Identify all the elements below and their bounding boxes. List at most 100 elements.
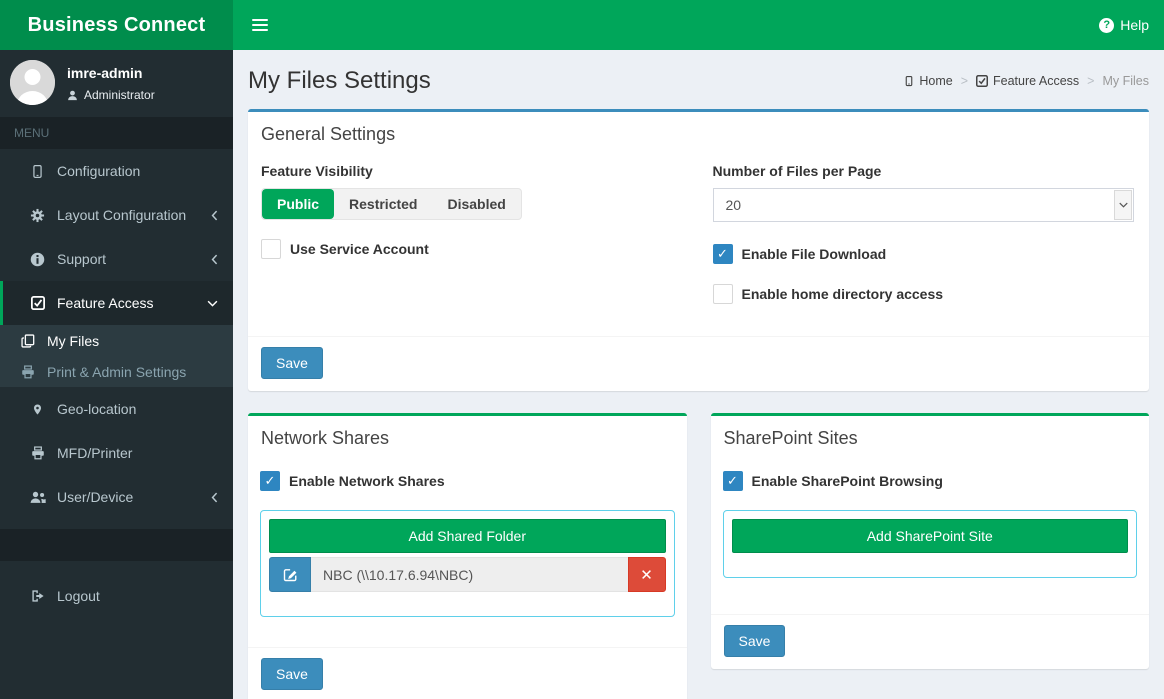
user-name: imre-admin (67, 65, 143, 81)
network-shares-title: Network Shares (261, 428, 390, 448)
breadcrumb-label: Home (919, 74, 953, 88)
enable-file-download-checkbox[interactable] (712, 244, 733, 264)
files-per-page-value: 20 (725, 197, 742, 213)
navbar: ? Help (233, 0, 1164, 50)
content-header: My Files Settings Home > Feature Access … (233, 50, 1164, 109)
sidebar-item-label: Feature Access (57, 295, 154, 311)
menu-header: MENU (0, 117, 233, 149)
person-icon (10, 60, 55, 105)
hamburger-icon[interactable] (248, 13, 272, 37)
sidebar-menu: Configuration Layout Configuration Suppo… (0, 149, 233, 618)
shared-folder-row: NBC (\\10.17.6.94\NBC) ✕ (269, 557, 666, 592)
visibility-disabled-button[interactable]: Disabled (432, 189, 520, 219)
breadcrumb-current: My Files (1102, 74, 1149, 88)
use-service-account-label: Use Service Account (290, 241, 429, 257)
pencil-square-icon (283, 567, 298, 582)
sidebar-item-label: MFD/Printer (57, 445, 133, 461)
general-settings-panel: General Settings Feature Visibility Publ… (248, 109, 1149, 391)
network-shares-panel: Network Shares Enable Network Shares Add… (248, 413, 687, 699)
general-settings-footer: Save (248, 336, 1149, 391)
sidebar-item-mfd-printer[interactable]: MFD/Printer (0, 431, 233, 475)
sharepoint-footer: Save (710, 614, 1149, 669)
general-settings-title: General Settings (261, 124, 396, 144)
files-per-page-label: Number of Files per Page (712, 163, 882, 179)
brand-logo[interactable]: Business Connect (0, 0, 233, 50)
sidebar: imre-admin Administrator MENU Configurat… (0, 50, 233, 699)
use-service-account-checkbox[interactable] (261, 239, 281, 259)
help-link[interactable]: ? Help (1099, 17, 1149, 33)
sidebar-item-label: Logout (57, 588, 100, 604)
copy-icon (19, 333, 36, 348)
sign-out-icon (29, 589, 46, 603)
feature-visibility-group: Public Restricted Disabled (261, 188, 522, 220)
network-shares-body: Enable Network Shares Add Shared Folder … (248, 455, 687, 647)
sidebar-item-label: Configuration (57, 163, 141, 179)
chevron-down-icon (1114, 190, 1132, 220)
printer-icon (19, 364, 36, 379)
user-role-label: Administrator (84, 88, 155, 102)
breadcrumb-feature-access[interactable]: Feature Access (976, 74, 1079, 88)
breadcrumb-home[interactable]: Home (904, 74, 953, 88)
chevron-down-icon (207, 300, 218, 307)
chevron-left-icon (211, 210, 218, 221)
sharepoint-title: SharePoint Sites (723, 428, 858, 448)
check-square-icon (29, 296, 46, 310)
page-title: My Files Settings (248, 67, 431, 94)
enable-file-download-label: Enable File Download (741, 246, 887, 262)
sidebar-item-my-files[interactable]: My Files (0, 325, 233, 356)
brand-title: Business Connect (27, 13, 206, 36)
general-settings-body: Feature Visibility Public Restricted Dis… (248, 151, 1149, 336)
sidebar-item-configuration[interactable]: Configuration (0, 149, 233, 193)
person-icon (67, 90, 78, 101)
shared-folders-container: Add Shared Folder NBC (\\10.17.6.94\NBC)… (260, 510, 675, 617)
gear-icon (29, 208, 46, 223)
visibility-public-button[interactable]: Public (262, 189, 335, 219)
breadcrumb: Home > Feature Access > My Files (904, 74, 1149, 88)
enable-home-directory-label: Enable home directory access (741, 286, 944, 302)
sidebar-item-print-admin-settings[interactable]: Print & Admin Settings (0, 356, 233, 387)
map-marker-icon (29, 402, 46, 417)
help-label: Help (1120, 17, 1149, 33)
sidebar-item-label: Print & Admin Settings (47, 363, 187, 380)
network-shares-footer: Save (248, 647, 687, 699)
add-shared-folder-button[interactable]: Add Shared Folder (269, 519, 666, 553)
sidebar-item-label: My Files (47, 332, 100, 349)
delete-share-button[interactable]: ✕ (627, 557, 666, 592)
files-per-page-select[interactable]: 20 (712, 188, 1134, 222)
add-sharepoint-site-button[interactable]: Add SharePoint Site (731, 519, 1128, 553)
question-circle-icon: ? (1099, 17, 1115, 33)
sidebar-item-user-device[interactable]: User/Device (0, 475, 233, 519)
sidebar-item-layout-configuration[interactable]: Layout Configuration (0, 193, 233, 237)
general-save-button[interactable]: Save (261, 347, 323, 379)
enable-sharepoint-checkbox[interactable] (722, 471, 743, 491)
info-circle-icon (29, 252, 46, 267)
visibility-restricted-button[interactable]: Restricted (334, 189, 432, 219)
edit-share-button[interactable] (269, 557, 311, 592)
sidebar-item-label: User/Device (57, 489, 134, 505)
sharepoint-sites-container: Add SharePoint Site (722, 510, 1137, 578)
sidebar-divider (0, 529, 233, 561)
sharepoint-panel: SharePoint Sites Enable SharePoint Brows… (710, 413, 1150, 669)
enable-sharepoint-label: Enable SharePoint Browsing (751, 473, 943, 489)
sidebar-item-label: Layout Configuration (57, 207, 187, 223)
main-content: My Files Settings Home > Feature Access … (233, 50, 1164, 699)
sidebar-item-support[interactable]: Support (0, 237, 233, 281)
network-shares-save-button[interactable]: Save (261, 658, 323, 690)
feature-access-submenu: My Files Print & Admin Settings (0, 325, 233, 387)
enable-network-shares-checkbox[interactable] (260, 471, 280, 491)
sharepoint-body: Enable SharePoint Browsing Add SharePoin… (711, 455, 1150, 614)
share-name: NBC (\\10.17.6.94\NBC) (311, 557, 628, 592)
avatar (10, 60, 55, 105)
enable-home-directory-checkbox[interactable] (712, 284, 733, 304)
sidebar-item-geo-location[interactable]: Geo-location (0, 387, 233, 431)
user-role: Administrator (67, 88, 155, 102)
times-icon: ✕ (640, 566, 653, 584)
sharepoint-save-button[interactable]: Save (723, 625, 786, 657)
sidebar-item-logout[interactable]: Logout (0, 574, 233, 618)
breadcrumb-separator: > (960, 74, 968, 88)
sidebar-item-feature-access[interactable]: Feature Access (0, 281, 233, 325)
check-square-icon (976, 75, 988, 87)
feature-visibility-label: Feature Visibility (261, 163, 373, 179)
tablet-icon (29, 164, 46, 179)
chevron-left-icon (211, 254, 218, 265)
